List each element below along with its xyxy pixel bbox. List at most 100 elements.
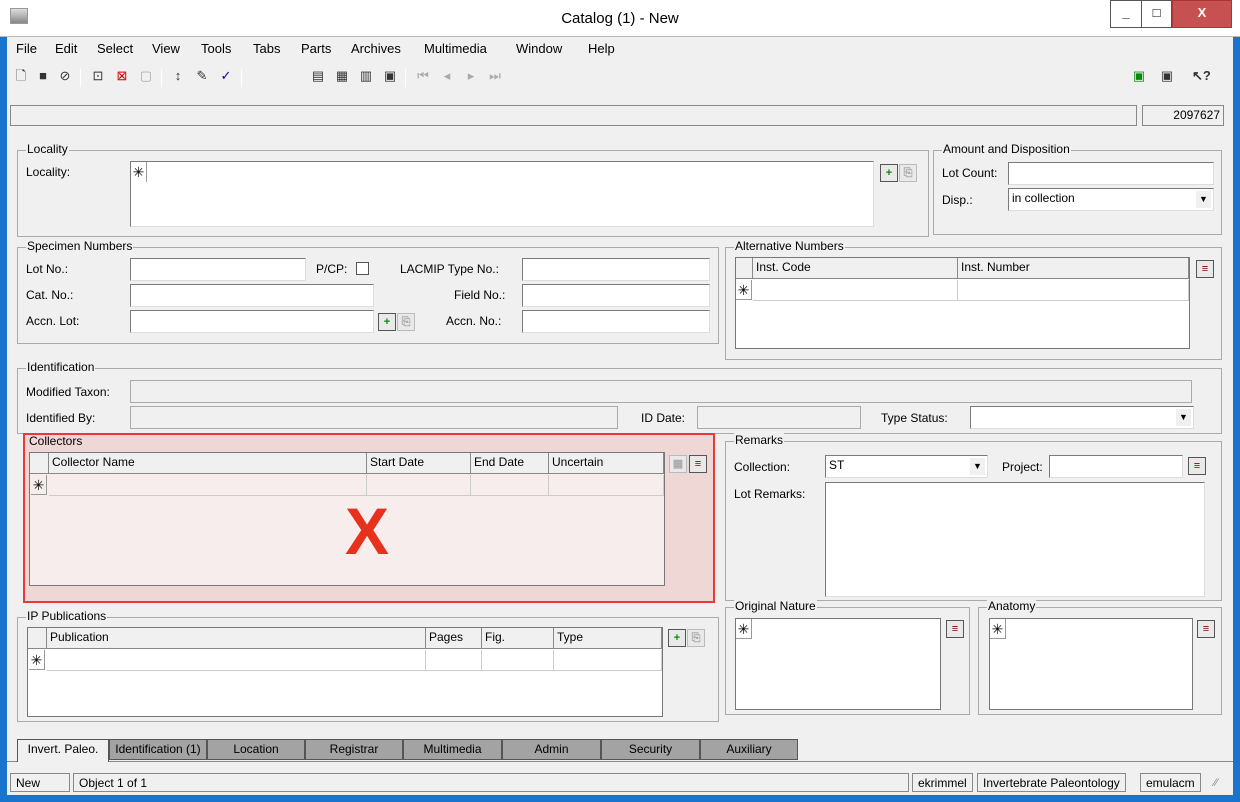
tab-registrar[interactable]: Registrar <box>305 739 403 760</box>
add-accession-icon[interactable]: + <box>378 313 396 331</box>
publication-header[interactable]: Publication <box>47 628 426 649</box>
maximize-button[interactable]: □ <box>1141 0 1172 28</box>
tab-security[interactable]: Security <box>601 739 700 760</box>
pages-header[interactable]: Pages <box>426 628 482 649</box>
lot-no-input[interactable] <box>130 258 306 281</box>
table-cell[interactable] <box>471 475 549 496</box>
tab-auxiliary[interactable]: Auxiliary <box>700 739 798 760</box>
pcp-checkbox[interactable] <box>356 262 369 275</box>
collection-select[interactable]: ST ▼ <box>825 455 988 478</box>
next-record-icon[interactable]: ▸ <box>462 67 480 85</box>
table-cell[interactable] <box>554 650 662 671</box>
page-view-icon[interactable]: ▥ <box>357 67 375 85</box>
status-mode: New <box>10 773 70 792</box>
add-locality-icon[interactable]: + <box>880 164 898 182</box>
table-cell[interactable] <box>549 475 664 496</box>
tab-invert-paleo[interactable]: Invert. Paleo. <box>17 739 109 762</box>
id-date-input <box>697 406 861 429</box>
grid-menu-icon[interactable]: ≡ <box>946 620 964 638</box>
grid-view-icon[interactable]: ▦ <box>669 455 687 473</box>
project-menu-icon[interactable]: ≡ <box>1188 457 1206 475</box>
chevron-down-icon[interactable]: ▼ <box>1196 191 1211 208</box>
menu-tools[interactable]: Tools <box>201 41 231 56</box>
lot-remarks-textarea[interactable] <box>825 482 1205 597</box>
sort-icon[interactable]: ↕ <box>169 67 187 85</box>
grid-menu-icon[interactable]: ≡ <box>689 455 707 473</box>
menu-help[interactable]: Help <box>588 41 615 56</box>
remarks-group: Remarks Collection: ST ▼ Project: ≡ Lot … <box>725 433 1222 601</box>
chevron-down-icon[interactable]: ▼ <box>970 458 985 475</box>
save-icon[interactable]: ■ <box>34 67 52 85</box>
lot-count-input[interactable] <box>1008 162 1214 185</box>
table-cell[interactable] <box>753 280 958 301</box>
start-date-header[interactable]: Start Date <box>367 453 471 474</box>
cancel-icon[interactable]: ⊘ <box>56 67 74 85</box>
toolbar: 🗋 ■ ⊘ ⊡ ⊠ ▢ ↕ ✎ ✓ ▤ ▦ ▥ ▣ ⏮ ◂ ▸ ⏭ ▣ ▣ ↖? <box>7 63 1233 93</box>
copy-accession-icon[interactable]: ⎘ <box>397 313 415 331</box>
uncertain-header[interactable]: Uncertain <box>549 453 664 474</box>
chevron-down-icon[interactable]: ▼ <box>1176 409 1191 426</box>
project-input[interactable] <box>1049 455 1183 478</box>
previous-record-icon[interactable]: ◂ <box>438 67 456 85</box>
menu-select[interactable]: Select <box>97 41 133 56</box>
fig-header[interactable]: Fig. <box>482 628 554 649</box>
inst-number-header[interactable]: Inst. Number <box>958 258 1189 279</box>
type-header[interactable]: Type <box>554 628 662 649</box>
table-cell[interactable] <box>47 650 426 671</box>
copy-record-icon[interactable]: ▢ <box>137 67 155 85</box>
tab-identification[interactable]: Identification (1) <box>109 739 207 760</box>
minimize-button[interactable]: _ <box>1110 0 1141 28</box>
last-record-icon[interactable]: ⏭ <box>486 67 504 85</box>
anatomy-group: Anatomy ✳ ≡ <box>978 599 1222 715</box>
table-cell[interactable] <box>426 650 482 671</box>
copy-locality-icon[interactable]: ⎘ <box>899 164 917 182</box>
spellcheck-icon[interactable]: ✓ <box>217 67 235 85</box>
menu-file[interactable]: File <box>16 41 37 56</box>
lot-no-label: Lot No.: <box>26 262 69 276</box>
anatomy-list[interactable]: ✳ <box>989 618 1193 710</box>
type-status-select[interactable]: ▼ <box>970 406 1194 429</box>
menu-window[interactable]: Window <box>516 41 562 56</box>
menu-multimedia[interactable]: Multimedia <box>424 41 487 56</box>
tab-location[interactable]: Location <box>207 739 305 760</box>
resize-grip-icon[interactable]: ⁄⁄ <box>1214 777 1218 789</box>
grid-menu-icon[interactable]: ≡ <box>1196 260 1214 278</box>
table-cell[interactable] <box>49 475 367 496</box>
search-record-icon[interactable]: ⊡ <box>89 67 107 85</box>
close-button[interactable]: X <box>1172 0 1232 28</box>
attach-copy-icon[interactable]: ▣ <box>1158 67 1176 85</box>
field-no-input[interactable] <box>522 284 710 307</box>
menu-edit[interactable]: Edit <box>55 41 77 56</box>
first-record-icon[interactable]: ⏮ <box>414 67 432 85</box>
lacmip-type-input[interactable] <box>522 258 710 281</box>
disp-select[interactable]: in collection ▼ <box>1008 188 1214 211</box>
inst-code-header[interactable]: Inst. Code <box>753 258 958 279</box>
locality-input[interactable]: ✳ <box>130 161 874 227</box>
delete-record-icon[interactable]: ⊠ <box>113 67 131 85</box>
accn-no-input[interactable] <box>522 310 710 333</box>
original-nature-list[interactable]: ✳ <box>735 618 941 710</box>
menu-view[interactable]: View <box>152 41 180 56</box>
list-view-icon[interactable]: ▦ <box>333 67 351 85</box>
copy-publication-icon[interactable]: ⎘ <box>687 629 705 647</box>
table-cell[interactable] <box>482 650 554 671</box>
menu-parts[interactable]: Parts <box>301 41 331 56</box>
end-date-header[interactable]: End Date <box>471 453 549 474</box>
menu-archives[interactable]: Archives <box>351 41 401 56</box>
attach-icon[interactable]: ▣ <box>1130 67 1148 85</box>
accn-lot-input[interactable] <box>130 310 374 333</box>
whats-this-help-icon[interactable]: ↖? <box>1192 67 1211 85</box>
tab-multimedia[interactable]: Multimedia <box>403 739 502 760</box>
new-icon[interactable]: 🗋 <box>12 67 30 85</box>
tab-admin[interactable]: Admin <box>502 739 601 760</box>
tab-bar: Invert. Paleo. Identification (1) Locati… <box>7 737 1233 762</box>
collector-name-header[interactable]: Collector Name <box>49 453 367 474</box>
table-cell[interactable] <box>958 280 1189 301</box>
edit-list-icon[interactable]: ✎ <box>193 67 211 85</box>
menu-tabs[interactable]: Tabs <box>253 41 280 56</box>
cat-no-input[interactable] <box>130 284 374 307</box>
add-publication-icon[interactable]: + <box>668 629 686 647</box>
grid-menu-icon[interactable]: ≡ <box>1197 620 1215 638</box>
report-view-icon[interactable]: ▣ <box>381 67 399 85</box>
details-view-icon[interactable]: ▤ <box>309 67 327 85</box>
